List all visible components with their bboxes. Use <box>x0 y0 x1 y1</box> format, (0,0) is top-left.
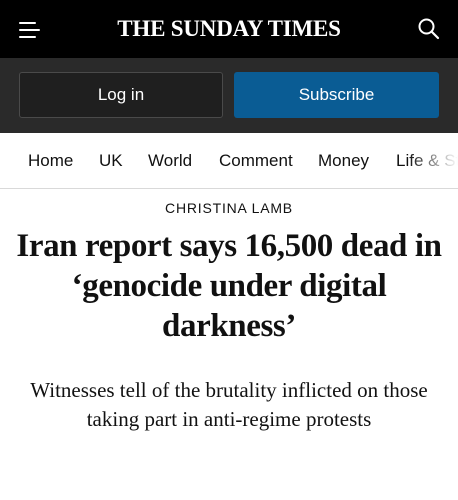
nav-item-uk[interactable]: UK <box>99 150 123 172</box>
nav-item-comment[interactable]: Comment <box>219 150 293 172</box>
article-standfirst: Witnesses tell of the brutality inflicte… <box>30 378 428 431</box>
nav-item-world[interactable]: World <box>148 150 192 172</box>
nav-item-home[interactable]: Home <box>28 150 73 172</box>
top-bar: THE SUNDAY TIMES <box>0 0 458 58</box>
nav-item-money[interactable]: Money <box>318 150 369 172</box>
article-headline: Iran report says 16,500 dead in ‘genocid… <box>16 228 442 344</box>
search-icon[interactable] <box>416 16 442 42</box>
auth-bar: Log in Subscribe <box>0 58 458 133</box>
login-button[interactable]: Log in <box>19 72 223 118</box>
subscribe-button[interactable]: Subscribe <box>234 72 439 118</box>
nav-item-life-style[interactable]: Life & Style <box>396 150 458 172</box>
author-byline[interactable]: CHRISTINA LAMB <box>0 199 458 217</box>
masthead-logo[interactable]: THE SUNDAY TIMES <box>0 14 458 44</box>
section-nav: Home UK World Comment Money Life & Style <box>0 133 458 189</box>
